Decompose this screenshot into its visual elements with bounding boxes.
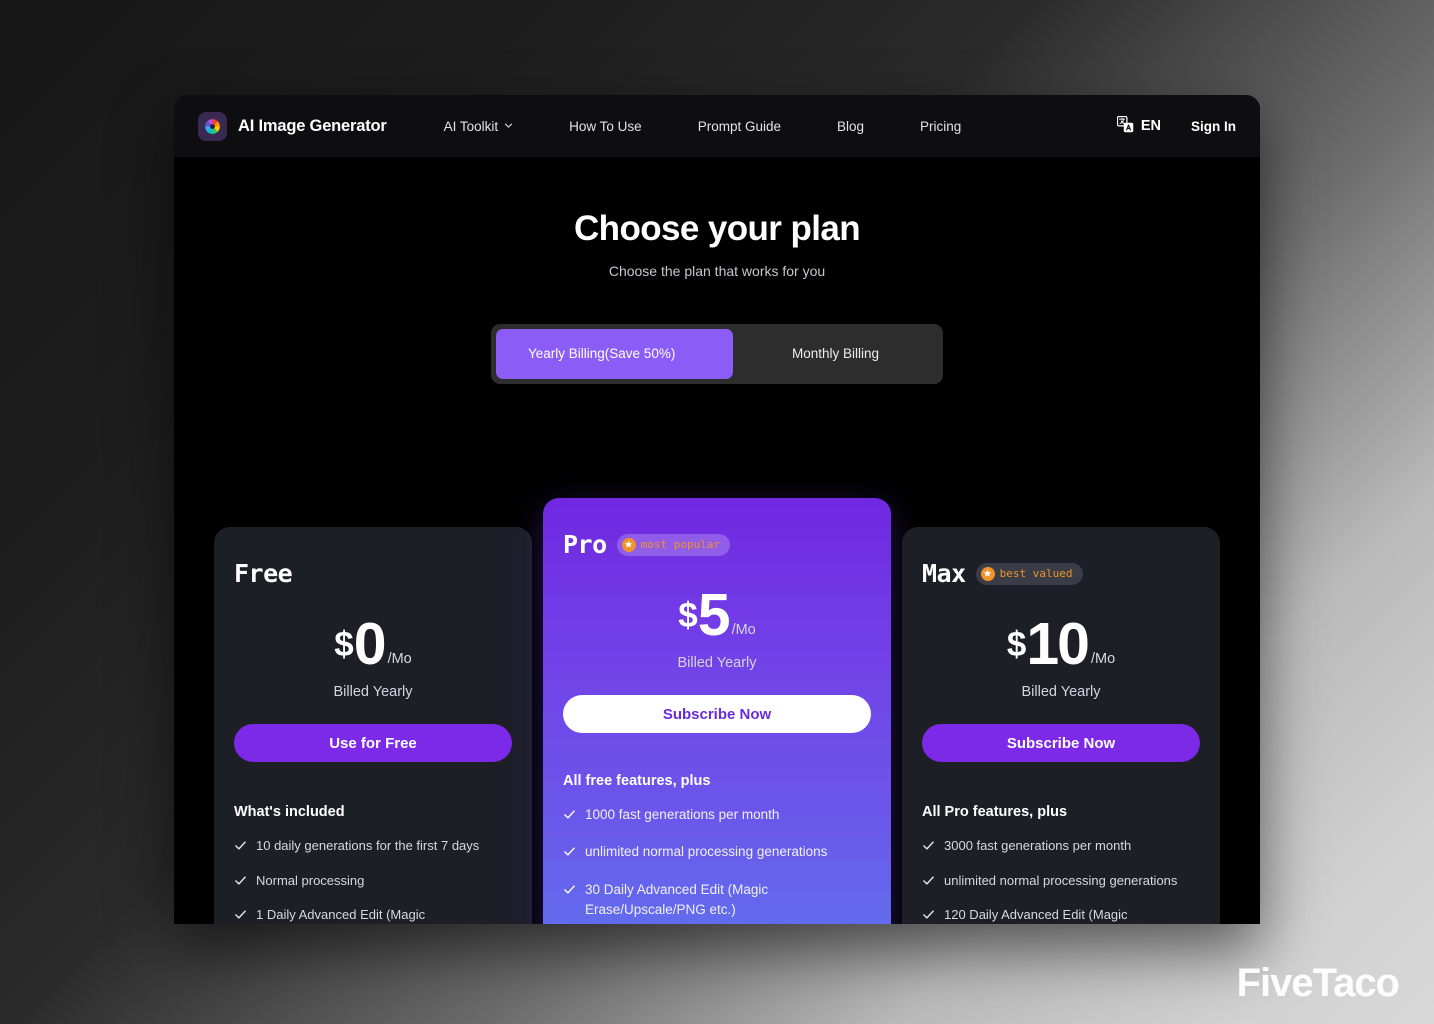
price-period: /Mo xyxy=(731,622,756,639)
check-icon xyxy=(922,873,935,893)
feature-text: 30 Daily Advanced Edit (Magic Erase/Upsc… xyxy=(585,881,769,917)
page-subtitle: Choose the plan that works for you xyxy=(608,263,826,279)
plan-name: Max xyxy=(922,559,966,588)
badge-label: best valued xyxy=(999,567,1073,580)
language-label: EN xyxy=(1140,118,1161,134)
sign-in-button[interactable]: Sign In xyxy=(1191,119,1236,134)
currency-symbol: $ xyxy=(334,625,354,665)
nav-link-pricing[interactable]: Pricing xyxy=(920,119,961,134)
billing-period-toggle[interactable]: Yearly Billing(Save 50%) Monthly Billing xyxy=(491,324,943,384)
feature-item: 1 Daily Advanced Edit (Magic Erase/Upsca… xyxy=(234,905,512,924)
billing-note: Billed Yearly xyxy=(677,655,757,672)
pricing-plans-row: Free $ 0 /Mo Billed Yearly Use for Free … xyxy=(174,498,1260,924)
plan-header: Pro most popular xyxy=(563,530,871,559)
plan-header: Max best valued xyxy=(922,559,1200,588)
check-icon xyxy=(563,882,576,902)
features-list: 1000 fast generations per month unlimite… xyxy=(563,805,871,924)
star-icon xyxy=(980,566,995,581)
hero-section: Choose your plan Choose the plan that wo… xyxy=(174,157,1260,279)
fivetaco-watermark: FiveTaco xyxy=(1236,961,1400,1005)
nav-link-label: AI Toolkit xyxy=(443,118,499,134)
browser-window: AI Image Generator AI Toolkit How To Use… xyxy=(174,95,1260,924)
feature-item: unlimited normal processing generations xyxy=(563,842,871,864)
feature-item: 30 Daily Advanced Edit (Magic Erase/Upsc… xyxy=(563,880,871,921)
feature-text: 1000 fast generations per month xyxy=(585,807,780,823)
billing-note: Billed Yearly xyxy=(333,684,413,701)
billing-option-monthly[interactable]: Monthly Billing xyxy=(733,329,938,379)
feature-text: unlimited normal processing generations xyxy=(585,844,828,860)
feature-text: 10 daily generations for the first 7 day… xyxy=(256,838,480,854)
nav-links: AI Toolkit How To Use Prompt Guide Blog … xyxy=(444,119,962,134)
nav-link-ai-toolkit[interactable]: AI Toolkit xyxy=(444,119,514,134)
check-icon xyxy=(234,873,247,893)
features-title: All Pro features, plus xyxy=(922,804,1068,821)
plan-card-free: Free $ 0 /Mo Billed Yearly Use for Free … xyxy=(214,527,532,924)
price-period: /Mo xyxy=(1090,651,1116,668)
aperture-rainbow-logo-icon xyxy=(198,111,227,141)
brand-logo[interactable]: AI Image Generator xyxy=(198,111,387,141)
plan-name: Pro xyxy=(563,530,607,559)
nav-link-how-to-use[interactable]: How To Use xyxy=(569,119,642,134)
plan-header: Free xyxy=(234,559,512,588)
page-title: Choose your plan xyxy=(574,209,861,248)
features-title: All free features, plus xyxy=(563,773,711,790)
feature-item: 1000 fast generations per month xyxy=(563,805,871,827)
currency-symbol: $ xyxy=(1006,625,1027,665)
currency-symbol: $ xyxy=(678,596,698,636)
plan-name: Free xyxy=(234,559,293,588)
star-icon xyxy=(621,537,636,552)
plan-cta-button[interactable]: Use for Free xyxy=(234,724,512,763)
badge-label: most popular xyxy=(640,538,721,551)
check-icon xyxy=(563,807,576,827)
check-icon xyxy=(563,844,576,864)
nav-link-label: Blog xyxy=(836,118,865,134)
check-icon xyxy=(234,838,247,858)
check-icon xyxy=(922,838,935,858)
nav-link-blog[interactable]: Blog xyxy=(837,119,864,134)
plan-price: $ 10 /Mo Billed Yearly xyxy=(922,611,1200,701)
nav-link-prompt-guide[interactable]: Prompt Guide xyxy=(698,119,781,134)
check-icon xyxy=(234,907,247,924)
plan-cta-button[interactable]: Subscribe Now xyxy=(922,724,1200,763)
brand-name: AI Image Generator xyxy=(238,116,387,135)
translate-icon xyxy=(1116,115,1134,137)
feature-item: unlimited normal processing generations xyxy=(922,871,1200,893)
check-icon xyxy=(922,907,935,924)
feature-item: 120 Daily Advanced Edit (Magic Erase/Ups… xyxy=(922,905,1200,924)
price-amount: 0 xyxy=(353,611,387,677)
nav-right-actions: EN Sign In xyxy=(1116,115,1236,137)
feature-text: unlimited normal processing generations xyxy=(944,872,1178,888)
plan-card-max: Max best valued $ 10 /Mo Billed Yearly S… xyxy=(902,527,1220,924)
plan-price: $ 0 /Mo Billed Yearly xyxy=(234,611,512,701)
feature-text: Normal processing xyxy=(256,872,365,888)
features-list: 10 daily generations for the first 7 day… xyxy=(234,836,512,924)
feature-item: Normal processing xyxy=(234,871,512,893)
chevron-down-icon xyxy=(504,121,513,130)
feature-item: 10 daily generations for the first 7 day… xyxy=(234,836,512,858)
language-switcher[interactable]: EN xyxy=(1116,115,1161,137)
feature-text: 1 Daily Advanced Edit (Magic Erase/Upsca… xyxy=(256,907,426,923)
price-amount: 10 xyxy=(1026,611,1090,677)
plan-card-pro: Pro most popular $ 5 /Mo Billed Yearly S… xyxy=(543,498,891,924)
price-period: /Mo xyxy=(387,651,412,668)
price-amount: 5 xyxy=(697,582,731,648)
feature-text: 3000 fast generations per month xyxy=(944,838,1132,854)
top-navigation-bar: AI Image Generator AI Toolkit How To Use… xyxy=(174,95,1260,157)
plan-cta-button[interactable]: Subscribe Now xyxy=(563,695,871,734)
billing-option-yearly[interactable]: Yearly Billing(Save 50%) xyxy=(496,329,733,379)
feature-text: 120 Daily Advanced Edit (Magic Erase/Ups… xyxy=(944,907,1128,923)
pricing-page: Choose your plan Choose the plan that wo… xyxy=(174,157,1260,924)
features-list: 3000 fast generations per month unlimite… xyxy=(922,836,1200,924)
features-title: What's included xyxy=(234,804,345,821)
plan-price: $ 5 /Mo Billed Yearly xyxy=(563,582,871,672)
status-badge-best-valued: best valued xyxy=(975,562,1083,585)
nav-link-label: Prompt Guide xyxy=(697,118,781,134)
feature-item: 3000 fast generations per month xyxy=(922,836,1200,858)
billing-note: Billed Yearly xyxy=(1021,684,1101,701)
nav-link-label: Pricing xyxy=(920,118,962,134)
nav-link-label: How To Use xyxy=(569,118,642,134)
status-badge-most-popular: most popular xyxy=(616,533,731,556)
